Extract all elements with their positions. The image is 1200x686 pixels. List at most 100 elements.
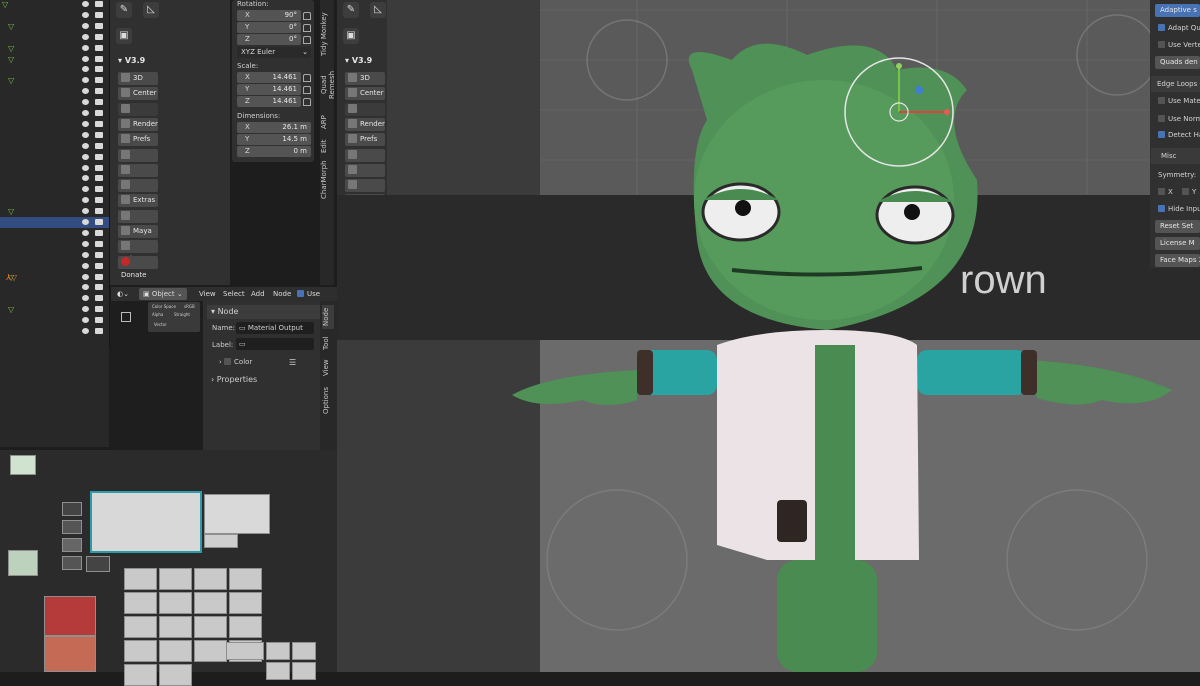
scale-y-field[interactable]: Y 14.461 (237, 84, 301, 95)
addon-left-button-3[interactable]: Render (118, 117, 158, 131)
thumbnail-expression[interactable] (124, 664, 157, 686)
eye-icon[interactable] (82, 262, 89, 269)
camera-icon[interactable] (95, 33, 103, 40)
addon-version-header[interactable]: ▾ V3.9 (118, 54, 145, 68)
rotation-x-field[interactable]: X 90° (237, 10, 301, 21)
tab-tidy-monkey[interactable]: Tidy Monkey (320, 6, 332, 62)
eye-icon[interactable] (82, 33, 89, 40)
camera-icon[interactable] (95, 306, 103, 313)
camera-icon[interactable] (95, 131, 103, 138)
addon-left-button-12[interactable]: Donate (118, 255, 158, 279)
dimensions-x-field[interactable]: X 26.1 m (237, 122, 311, 133)
outliner-row[interactable] (0, 10, 109, 21)
symmetry-x-checkbox[interactable]: X (1158, 188, 1173, 196)
reset-settings-button[interactable]: Reset Set (1155, 220, 1200, 233)
eye-icon[interactable] (82, 44, 89, 51)
thumbnail-expression[interactable] (229, 616, 262, 638)
camera-icon[interactable] (95, 262, 103, 269)
outliner-row[interactable] (0, 97, 109, 108)
addon-left-button-4[interactable]: Prefs (118, 133, 158, 147)
outliner-row[interactable]: ▽ (0, 43, 109, 54)
node-label-field[interactable]: ▭ (236, 338, 314, 350)
eye-icon[interactable] (82, 131, 89, 138)
rotation-mode-select[interactable]: XYZ Euler ⌄ (237, 47, 311, 58)
color-subpanel[interactable]: › Color (219, 358, 252, 366)
annotate-tool-icon[interactable]: ✎ (116, 2, 132, 18)
lock-icon[interactable] (303, 24, 311, 32)
face-maps-button[interactable]: Face Maps 2 (1155, 254, 1200, 267)
camera-icon[interactable] (95, 164, 103, 171)
dimensions-z-field[interactable]: Z0 m (237, 146, 311, 157)
eye-icon[interactable] (82, 229, 89, 236)
eye-icon[interactable] (82, 77, 89, 84)
tab-charmorph[interactable]: CharMorph (320, 160, 332, 200)
object-mode-select[interactable]: ▣ Object ⌄ (139, 288, 187, 300)
camera-icon[interactable] (95, 219, 103, 225)
menu-view[interactable]: View (199, 288, 216, 300)
use-materials-checkbox[interactable]: Use Mater (1158, 97, 1200, 105)
thumbnail-small-dark[interactable] (62, 556, 82, 570)
camera-icon[interactable] (95, 120, 103, 127)
menu-add[interactable]: Add (251, 288, 265, 300)
eye-icon[interactable] (82, 186, 89, 193)
thumbnail-small-dark[interactable] (62, 502, 82, 516)
thumbnail-expression[interactable] (194, 592, 227, 614)
thumbnail-character-sketch[interactable] (8, 550, 38, 576)
lock-icon[interactable] (303, 86, 311, 94)
eye-icon[interactable] (82, 219, 89, 225)
3d-viewport[interactable]: ✎ ◺ ▣▾ V3.93D cursorCenterSymm...RenderP… (337, 0, 1200, 672)
camera-icon[interactable] (95, 197, 103, 204)
node-canvas[interactable]: Color Space sRGB Alpha Straight Vector (111, 301, 203, 450)
outliner-row[interactable] (0, 315, 109, 326)
menu-node[interactable]: Node (273, 288, 291, 300)
thumbnail-expression[interactable] (159, 616, 192, 638)
eye-icon[interactable] (82, 110, 89, 116)
thumbnail-expression[interactable] (159, 640, 192, 662)
tab-options[interactable]: Options (322, 385, 334, 415)
camera-icon[interactable] (95, 240, 103, 247)
eye-icon[interactable] (82, 197, 89, 204)
thumbnail-small-dark[interactable] (62, 520, 82, 534)
outliner-row[interactable] (0, 32, 109, 43)
eye-icon[interactable] (82, 251, 89, 258)
addon-left-button-7[interactable]: Camera (118, 179, 158, 202)
thumbnail-props-strip[interactable] (204, 534, 238, 548)
camera-icon[interactable] (95, 295, 103, 302)
thumbnail-expression[interactable] (159, 568, 192, 590)
camera-icon[interactable] (95, 328, 103, 334)
lock-icon[interactable] (303, 74, 311, 82)
camera-icon[interactable] (95, 273, 103, 280)
outliner-row[interactable] (0, 163, 109, 174)
camera-icon[interactable] (95, 66, 103, 73)
scale-z-field[interactable]: Z 14.461 (237, 96, 301, 107)
outliner-row[interactable]: ▽ (0, 21, 109, 32)
tab-view[interactable]: View (322, 359, 334, 377)
addon-left-button-2[interactable]: Symm... (118, 102, 158, 126)
thumbnail-expression[interactable] (124, 616, 157, 638)
node-name-field[interactable]: ▭ Material Output (236, 322, 314, 334)
tab-node[interactable]: Node (322, 305, 334, 329)
scale-x-field[interactable]: X 14.461 (237, 72, 301, 83)
eye-icon[interactable] (82, 88, 89, 95)
camera-icon[interactable] (95, 142, 103, 149)
properties-subpanel[interactable]: › Properties (211, 375, 257, 384)
thumbnail-expression[interactable] (229, 592, 262, 614)
eye-icon[interactable] (82, 240, 89, 247)
outliner-row[interactable] (0, 141, 109, 152)
eye-icon[interactable] (82, 306, 89, 313)
eye-icon[interactable] (82, 153, 89, 160)
edge-loops-header[interactable]: Edge Loops C (1151, 76, 1200, 92)
outliner-row[interactable]: ▽ (0, 304, 109, 315)
lock-icon[interactable] (303, 36, 311, 44)
eye-icon[interactable] (82, 142, 89, 149)
outliner-row[interactable] (0, 293, 109, 304)
rotation-z-field[interactable]: Z 0° (237, 34, 301, 45)
addon-left-button-0[interactable]: 3D cursor (118, 72, 158, 95)
thumbnail-red-head[interactable] (44, 596, 96, 636)
detect-hard-edges-checkbox[interactable]: Detect Ha (1158, 131, 1200, 139)
measure-tool-icon[interactable]: ◺ (143, 2, 159, 18)
outliner-row[interactable] (0, 282, 109, 293)
thumbnail-expression[interactable] (226, 642, 264, 660)
adapt-quad-checkbox[interactable]: Adapt Qua (1158, 24, 1200, 32)
adaptive-size-button[interactable]: Adaptive s (1155, 4, 1200, 17)
